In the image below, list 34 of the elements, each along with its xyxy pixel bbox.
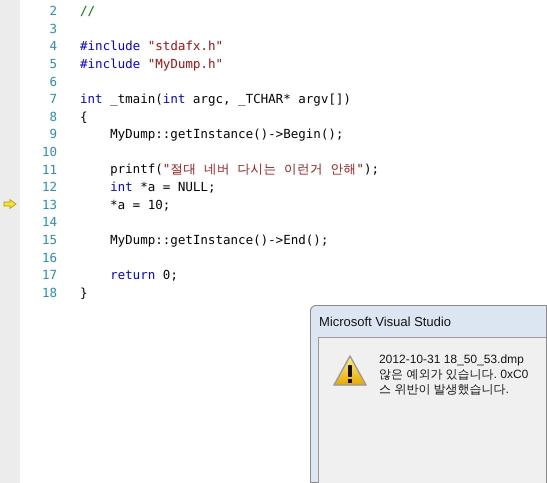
line-number: 17 xyxy=(40,267,57,282)
line-number: 8 xyxy=(48,108,57,124)
line-number: 4 xyxy=(48,38,57,54)
code-line: return 0; xyxy=(109,267,178,282)
code-line: printf("절대 네버 다시는 이런거 안해"); xyxy=(109,160,380,178)
code-line: MyDump::getInstance()->Begin(); xyxy=(109,126,344,142)
message-text: 2012-10-31 18_50_53.dmp xyxy=(379,352,525,367)
message-text: 않은 예외가 있습니다. 0xC0 xyxy=(379,367,528,382)
line-number: 5 xyxy=(48,56,57,72)
code-line: *a = 10; xyxy=(109,196,170,212)
line-number: 12 xyxy=(40,179,57,194)
code-line: { xyxy=(80,108,88,124)
line-number: 6 xyxy=(48,74,57,89)
line-number: 18 xyxy=(40,284,57,300)
line-number: 13 xyxy=(40,196,57,212)
message-text: 스 위반이 발생했습니다. xyxy=(379,382,510,397)
line-number: 11 xyxy=(40,162,57,177)
warning-icon xyxy=(333,355,367,387)
line-number: 14 xyxy=(40,214,57,230)
line-number: 15 xyxy=(40,232,57,248)
code-line: MyDump::getInstance()->End(); xyxy=(109,232,328,248)
code-line: } xyxy=(80,284,88,300)
code-line: #include "stdafx.h" xyxy=(80,38,224,54)
line-number: 3 xyxy=(48,20,57,36)
line-number: 7 xyxy=(48,91,57,106)
code-line: // xyxy=(80,3,96,18)
line-number: 2 xyxy=(48,3,57,18)
code-line: #include "MyDump.h" xyxy=(80,56,224,72)
line-number: 16 xyxy=(40,250,57,265)
code-line: int _tmain(int argc, _TCHAR* argv[]) xyxy=(80,91,351,106)
dialog-title: Microsoft Visual Studio xyxy=(318,313,452,331)
code-line: int *a = NULL; xyxy=(109,179,216,194)
line-number: 10 xyxy=(40,144,57,160)
line-number: 9 xyxy=(48,126,57,142)
